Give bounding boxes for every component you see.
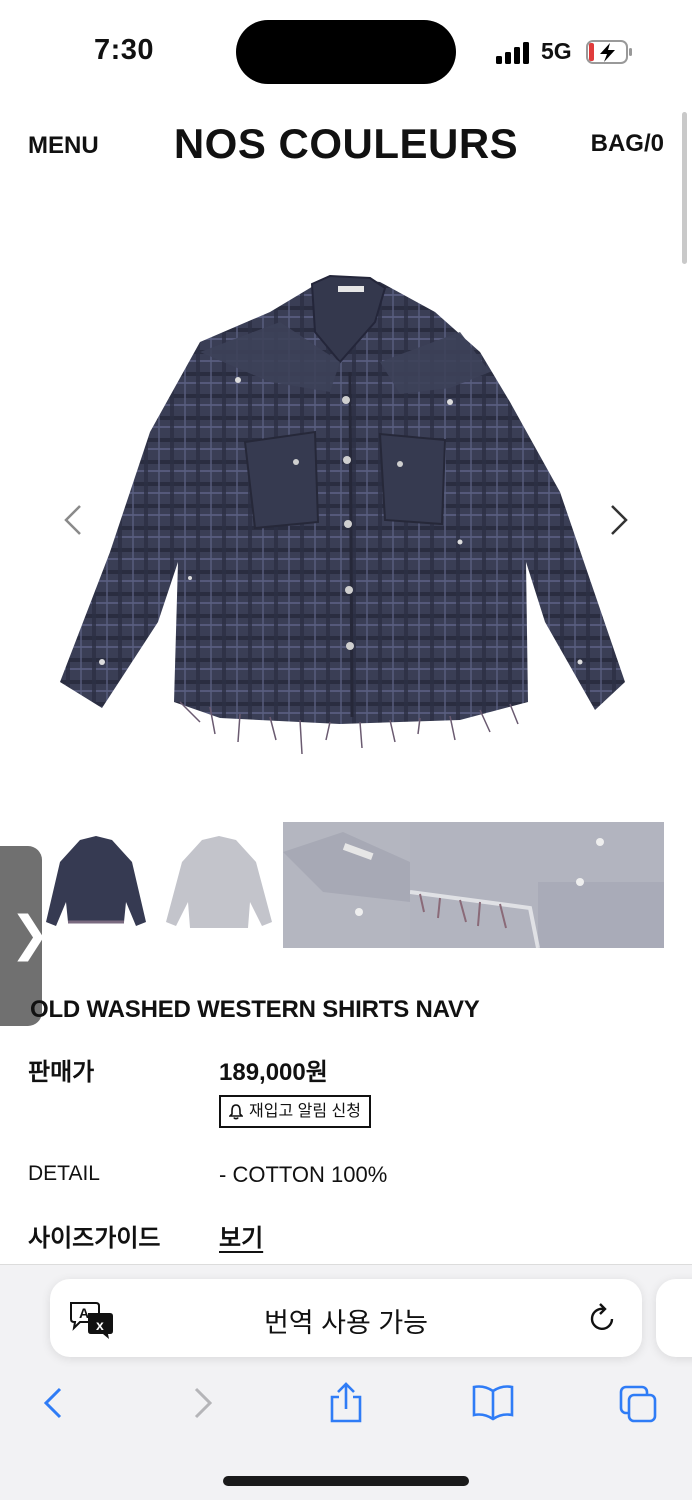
product-name: OLD WASHED WESTERN SHIRTS NAVY [30, 996, 480, 1023]
scrollbar[interactable] [682, 112, 687, 264]
thumbnail-strip [0, 822, 692, 948]
cellular-signal-icon [496, 42, 532, 64]
bookmarks-icon[interactable] [470, 1381, 516, 1425]
price-label: 판매가 [28, 1059, 95, 1086]
thumbnail-front-navy[interactable] [40, 822, 152, 948]
next-image-arrow[interactable] [606, 500, 634, 540]
reload-icon[interactable] [586, 1301, 618, 1335]
size-guide-label: 사이즈가이드 [28, 1225, 161, 1252]
site-header: MENU NOS COULEURS BAG/0 [0, 112, 692, 182]
bag-button[interactable]: BAG/0 [591, 130, 664, 158]
size-guide-link-text[interactable]: 보기 [219, 1225, 263, 1252]
address-bar[interactable]: A x 번역 사용 가능 [50, 1279, 642, 1357]
dynamic-island [236, 20, 456, 84]
thumbnail-hem-detail[interactable] [410, 822, 664, 948]
detail-label: DETAIL [28, 1162, 100, 1185]
battery-charging-icon [586, 40, 632, 64]
status-bar: 7:30 5G [0, 0, 692, 100]
bell-icon [229, 1104, 243, 1120]
tabs-icon[interactable] [618, 1381, 658, 1425]
detail-value: - COTTON 100% [219, 1162, 388, 1187]
share-icon[interactable] [326, 1381, 366, 1425]
size-guide-link[interactable]: 보기 [219, 1218, 263, 1253]
prev-image-arrow[interactable] [58, 500, 86, 540]
chevron-right-icon: ❯ [10, 908, 51, 961]
browser-toolbar: A x 번역 사용 가능 [0, 1264, 692, 1500]
product-main-image [60, 274, 625, 755]
network-type: 5G [541, 38, 572, 64]
status-time: 7:30 [94, 34, 155, 66]
restock-button-label: 재입고 알림 신청 [249, 1103, 361, 1120]
thumbnail-front-faded[interactable] [160, 822, 278, 948]
restock-alert-button[interactable]: 재입고 알림 신청 [219, 1095, 371, 1128]
thumbnail-collar-detail[interactable] [283, 822, 410, 948]
address-text: 번역 사용 가능 [263, 1308, 429, 1338]
next-tab-card[interactable] [656, 1279, 692, 1357]
back-icon[interactable] [34, 1381, 74, 1425]
price-value: 189,000원 [219, 1059, 328, 1086]
home-indicator[interactable] [223, 1476, 469, 1486]
forward-icon[interactable] [182, 1381, 222, 1425]
brand-logo[interactable]: NOS COULEURS [0, 120, 692, 168]
